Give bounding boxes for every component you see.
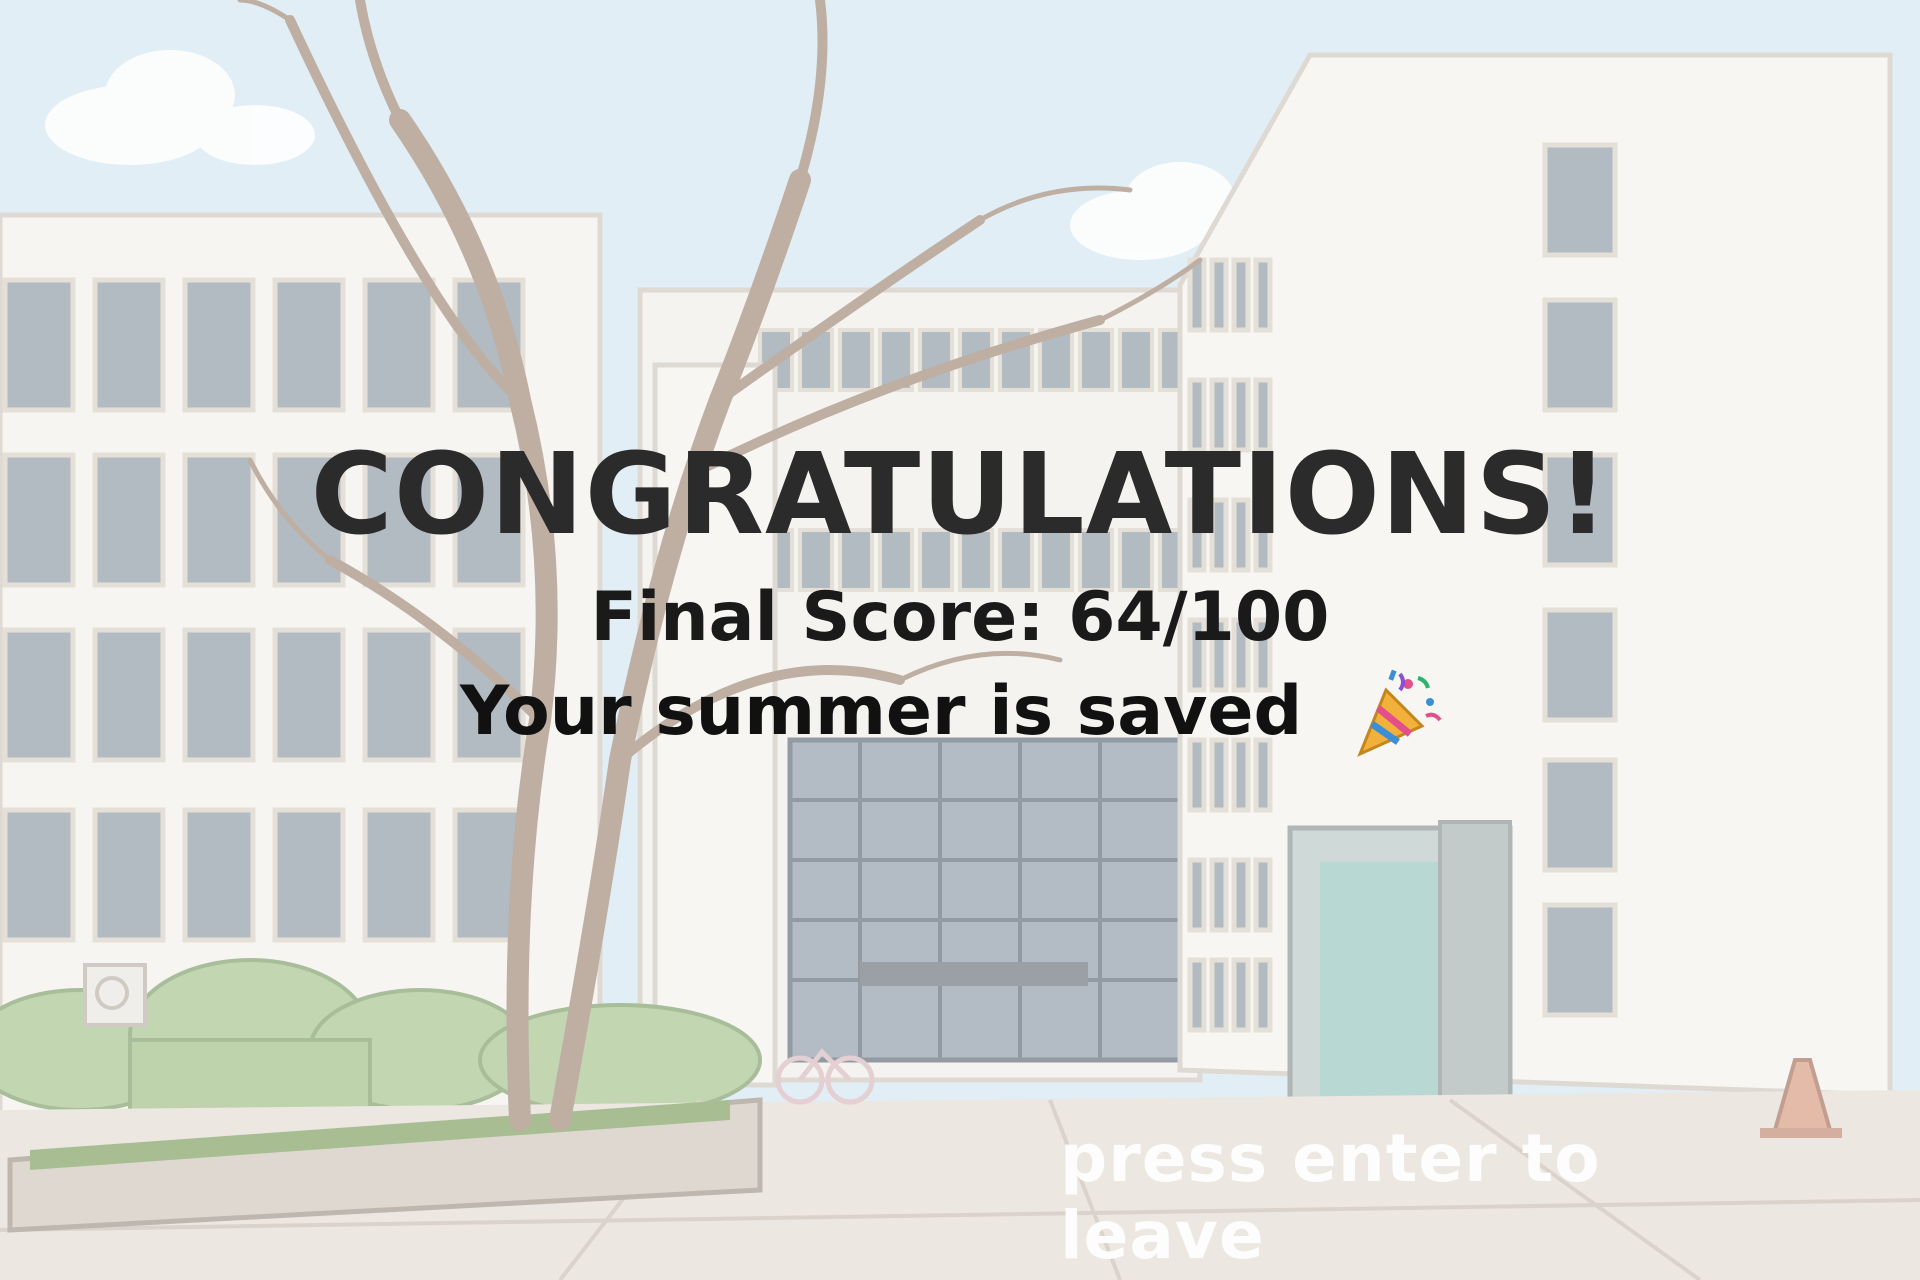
summer-saved-message: Your summer is saved [460,672,1303,751]
press-enter-prompt[interactable]: press enter to leave [1060,1120,1820,1274]
congratulations-title: CONGRATULATIONS! [310,430,1610,560]
final-score: Final Score: 64/100 [590,578,1330,657]
party-popper-icon [1352,668,1444,760]
